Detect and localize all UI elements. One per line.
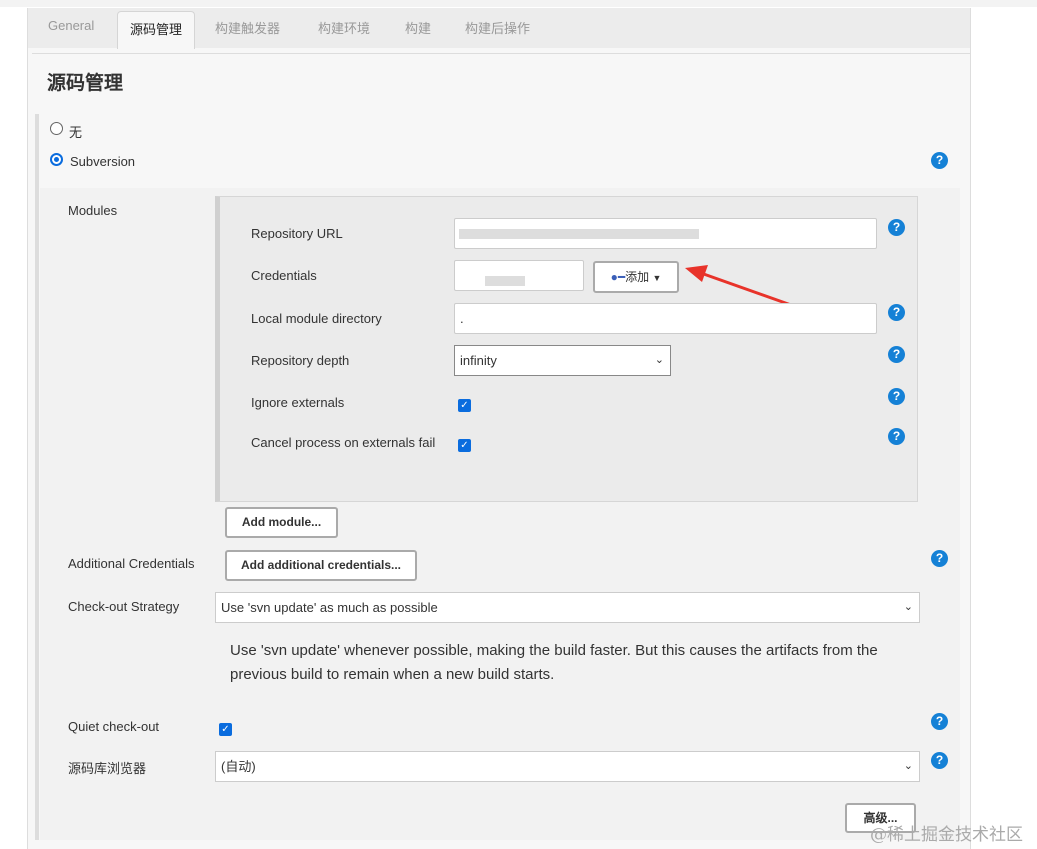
modules-label: Modules — [68, 203, 118, 218]
help-icon[interactable]: ? — [888, 219, 905, 236]
local-dir-input[interactable]: . — [454, 303, 877, 334]
ignore-externals-label: Ignore externals — [251, 395, 345, 410]
help-icon[interactable]: ? — [888, 388, 905, 405]
help-icon[interactable]: ? — [931, 550, 948, 567]
additional-credentials-label: Additional Credentials — [68, 556, 195, 571]
cancel-externals-label: Cancel process on externals fail — [251, 435, 436, 450]
key-icon: ●━ — [610, 270, 626, 284]
watermark: @稀土掘金技术社区 — [870, 825, 1023, 845]
add-additional-credentials-button[interactable]: Add additional credentials... — [225, 550, 417, 581]
help-icon[interactable]: ? — [888, 428, 905, 445]
repo-browser-select[interactable]: (自动) ⌄ — [215, 751, 920, 782]
checkout-strategy-description: Use 'svn update' whenever possible, maki… — [230, 642, 878, 683]
tab-general[interactable]: General — [48, 18, 94, 33]
checkout-strategy-label: Check-out Strategy — [68, 599, 180, 614]
radio-none-label: 无 — [69, 125, 83, 140]
checkout-strategy-value: Use 'svn update' as much as possible — [221, 600, 438, 615]
help-icon[interactable]: ? — [931, 752, 948, 769]
radio-subversion[interactable] — [50, 153, 63, 166]
page-title: 源码管理 — [47, 73, 124, 94]
tab-triggers[interactable]: 构建触发器 — [215, 18, 280, 37]
help-icon[interactable]: ? — [888, 304, 905, 321]
help-icon[interactable]: ? — [931, 713, 948, 730]
checkout-strategy-select[interactable]: Use 'svn update' as much as possible ⌄ — [215, 592, 920, 623]
repo-url-label: Repository URL — [251, 226, 343, 241]
add-module-button[interactable]: Add module... — [225, 507, 338, 538]
ignore-externals-checkbox[interactable]: ✓ — [458, 399, 471, 412]
credentials-select[interactable] — [454, 260, 584, 291]
tab-post-build[interactable]: 构建后操作 — [465, 18, 530, 37]
divider — [32, 53, 970, 54]
repo-url-input[interactable] — [454, 218, 877, 249]
add-credentials-button[interactable]: ●━添加 ▼ — [593, 261, 679, 293]
repo-browser-value: (自动) — [221, 759, 256, 774]
chevron-down-icon: ⌄ — [654, 354, 664, 366]
tab-environment[interactable]: 构建环境 — [318, 18, 370, 37]
local-dir-label: Local module directory — [251, 311, 382, 326]
help-icon[interactable]: ? — [888, 346, 905, 363]
tab-build[interactable]: 构建 — [405, 18, 431, 37]
depth-label: Repository depth — [251, 353, 350, 368]
redacted-credentials — [485, 276, 525, 286]
redacted-url — [459, 229, 699, 239]
section-bar — [35, 114, 39, 840]
top-strip — [0, 0, 1037, 7]
help-icon[interactable]: ? — [931, 152, 948, 169]
radio-none[interactable] — [50, 122, 63, 135]
chevron-down-icon: ⌄ — [903, 760, 913, 772]
tab-scm[interactable]: 源码管理 — [117, 11, 195, 49]
add-label: 添加 — [625, 270, 650, 284]
radio-subversion-label: Subversion — [70, 154, 136, 169]
credentials-label: Credentials — [251, 268, 317, 283]
quiet-checkout-checkbox[interactable]: ✓ — [219, 723, 232, 736]
repo-browser-label: 源码库浏览器 — [68, 761, 147, 776]
cancel-externals-checkbox[interactable]: ✓ — [458, 439, 471, 452]
chevron-down-icon: ⌄ — [903, 601, 913, 613]
caret-down-icon: ▼ — [652, 273, 662, 283]
depth-select[interactable]: infinity ⌄ — [454, 345, 671, 376]
depth-value: infinity — [460, 353, 497, 368]
quiet-checkout-label: Quiet check-out — [68, 719, 160, 734]
